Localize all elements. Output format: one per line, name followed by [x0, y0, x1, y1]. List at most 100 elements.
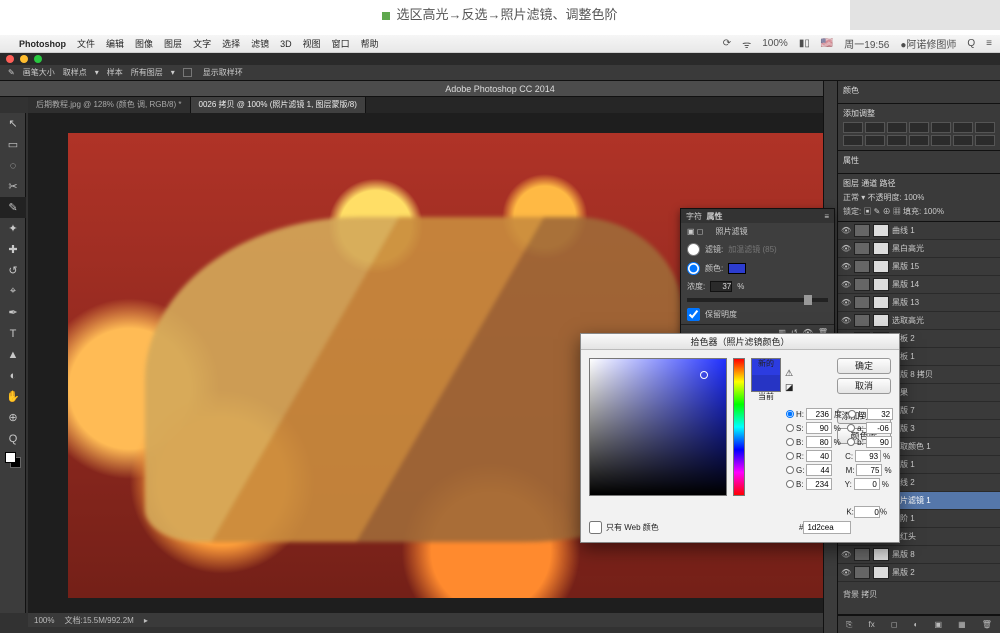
layer-row[interactable]: 👁 黑版 15 [838, 258, 1000, 276]
brush-tool[interactable]: ✚ [0, 239, 26, 260]
layer-mask[interactable] [873, 224, 889, 237]
layer-name[interactable]: 黑版 15 [892, 261, 997, 272]
cp-a-radio[interactable] [847, 424, 855, 432]
layer-name[interactable]: 黑版 8 [892, 549, 997, 560]
menu-filter[interactable]: 滤镜 [251, 37, 269, 50]
color-picker-dialog[interactable]: 拾色器（照片滤镜颜色） 新的当前 ⚠ ◪ 确定 取消 添加到色板 颜色库 H:度… [580, 333, 900, 543]
close-window-icon[interactable] [6, 55, 14, 63]
layer-name[interactable]: 曲线 1 [892, 225, 997, 236]
lock-row[interactable]: 锁定: ▣ ✎ ⊕ ▦ 填充: 100% [843, 206, 995, 217]
layer-thumb[interactable] [854, 296, 870, 309]
cp-s-input[interactable] [806, 422, 832, 434]
minimize-window-icon[interactable] [20, 55, 28, 63]
doc-size[interactable]: 文档:15.5M/992.2M [64, 615, 133, 626]
cp-web-only[interactable]: 只有 Web 颜色 [589, 521, 659, 534]
layer-row[interactable]: 👁黑白高光 [838, 240, 1000, 258]
folder-icon[interactable]: ▣ [934, 620, 942, 629]
layer-row[interactable]: 👁 黑版 8 [838, 546, 1000, 564]
cp-b2-input[interactable] [866, 436, 892, 448]
panel-menu-icon[interactable]: ≡ [824, 212, 829, 221]
type-tool[interactable]: T [0, 323, 26, 344]
doc-tab-1[interactable]: 后期教程.jpg @ 128% (颜色 调, RGB/8) * [28, 97, 191, 113]
layer-name[interactable]: 黑版 8 拷贝 [892, 369, 997, 380]
blend-mode[interactable]: 正常 ▾ 不透明度: 100% [843, 192, 995, 203]
pen-tool[interactable]: ✒ [0, 302, 26, 323]
layer-name[interactable]: 黑版 1 [892, 459, 997, 470]
cp-r-radio[interactable] [786, 452, 794, 460]
pf-preserve-checkbox[interactable] [687, 308, 700, 321]
layer-name[interactable]: 小红头 [892, 531, 997, 542]
pf-header[interactable]: 字符 属性≡ [681, 209, 834, 223]
pf-filter-radio[interactable] [687, 243, 700, 256]
layer-name[interactable]: 黑版 3 [892, 423, 997, 434]
crop-tool[interactable]: ✂ [0, 176, 26, 197]
marquee-tool[interactable]: ▭ [0, 134, 26, 155]
user-name[interactable]: ●阿诺修图师 [900, 36, 956, 51]
layer-name[interactable]: 图板 2 [892, 333, 997, 344]
pf-color-radio[interactable] [687, 262, 700, 275]
adjustment-presets[interactable] [843, 122, 995, 146]
photo-filter-panel[interactable]: 字符 属性≡ ▣ ◻ 照片滤镜 滤镜:加温滤镜 (85) 颜色: 浓度:% 保留… [680, 208, 835, 341]
layer-mask[interactable] [873, 260, 889, 273]
cp-color-field[interactable] [589, 358, 727, 496]
cp-c-input[interactable] [855, 450, 881, 462]
layer-name[interactable]: 照片滤镜 1 [892, 495, 997, 506]
layer-mask[interactable] [873, 548, 889, 561]
layer-name[interactable]: 曲线 2 [892, 477, 997, 488]
layer-thumb[interactable] [854, 242, 870, 255]
pf-density-input[interactable] [710, 281, 732, 292]
menu-window[interactable]: 窗口 [332, 37, 350, 50]
layer-mask[interactable] [873, 296, 889, 309]
sync-icon[interactable]: ⟳ [723, 38, 731, 49]
gradient-tool[interactable]: ⌖ [0, 281, 26, 302]
cp-hex-input[interactable] [803, 521, 851, 534]
flag-icon[interactable]: 🇺🇸 [821, 38, 833, 49]
cp-h-radio[interactable] [786, 410, 794, 418]
cp-h-input[interactable] [806, 408, 832, 420]
cp-g-input[interactable] [806, 464, 832, 476]
menu-select[interactable]: 选择 [222, 37, 240, 50]
layer-mask[interactable] [873, 314, 889, 327]
cp-m-input[interactable] [856, 464, 882, 476]
cp-bc-input[interactable] [806, 478, 832, 490]
layer-name[interactable]: 黑白高光 [892, 243, 997, 254]
spotlight-icon[interactable]: Q [967, 38, 975, 49]
layer-thumb[interactable] [854, 260, 870, 273]
trash-icon[interactable]: 🗑 [982, 620, 992, 629]
menu-3d[interactable]: 3D [280, 39, 292, 49]
path-tool[interactable]: ▲ [0, 344, 26, 365]
cp-b2-radio[interactable] [847, 438, 855, 446]
layer-thumb[interactable] [854, 314, 870, 327]
sample-preset[interactable]: 取样点 [63, 67, 87, 78]
color-swatches[interactable] [0, 449, 26, 470]
layer-name[interactable]: 效果 [892, 387, 997, 398]
layer-name[interactable]: 选取高光 [892, 315, 997, 326]
visibility-icon[interactable]: 👁 [841, 262, 851, 271]
cp-web-checkbox[interactable] [589, 521, 602, 534]
menu-view[interactable]: 视图 [303, 37, 321, 50]
zoom-tool[interactable]: ⊕ [0, 407, 26, 428]
cancel-button[interactable]: 取消 [837, 378, 891, 394]
show-ring-checkbox[interactable] [183, 68, 192, 77]
quickmask-tool[interactable]: Q [0, 428, 26, 449]
layer-name[interactable]: 色阶 1 [892, 513, 997, 524]
app-name[interactable]: Photoshop [19, 39, 66, 49]
menu-layer[interactable]: 图层 [164, 37, 182, 50]
layer-mask[interactable] [873, 242, 889, 255]
cube-icon[interactable]: ◪ [785, 382, 794, 393]
cp-bc-radio[interactable] [786, 480, 794, 488]
color-panel[interactable]: 颜色 [838, 81, 1000, 104]
layer-name[interactable]: 黑版 14 [892, 279, 997, 290]
hand-tool[interactable]: ✋ [0, 386, 26, 407]
layer-name[interactable]: 图板 1 [892, 351, 997, 362]
clock[interactable]: 周一19:56 [844, 36, 889, 51]
visibility-icon[interactable]: 👁 [841, 316, 851, 325]
sample-layers[interactable]: 所有图层 [131, 67, 163, 78]
menu-help[interactable]: 帮助 [361, 37, 379, 50]
menu-edit[interactable]: 编辑 [106, 37, 124, 50]
layer-mask[interactable] [873, 566, 889, 579]
layer-name[interactable]: 黑版 7 [892, 405, 997, 416]
visibility-icon[interactable]: 👁 [841, 550, 851, 559]
layer-row[interactable]: 👁黑版 2 [838, 564, 1000, 582]
new-layer-icon[interactable]: ▦ [958, 620, 966, 629]
